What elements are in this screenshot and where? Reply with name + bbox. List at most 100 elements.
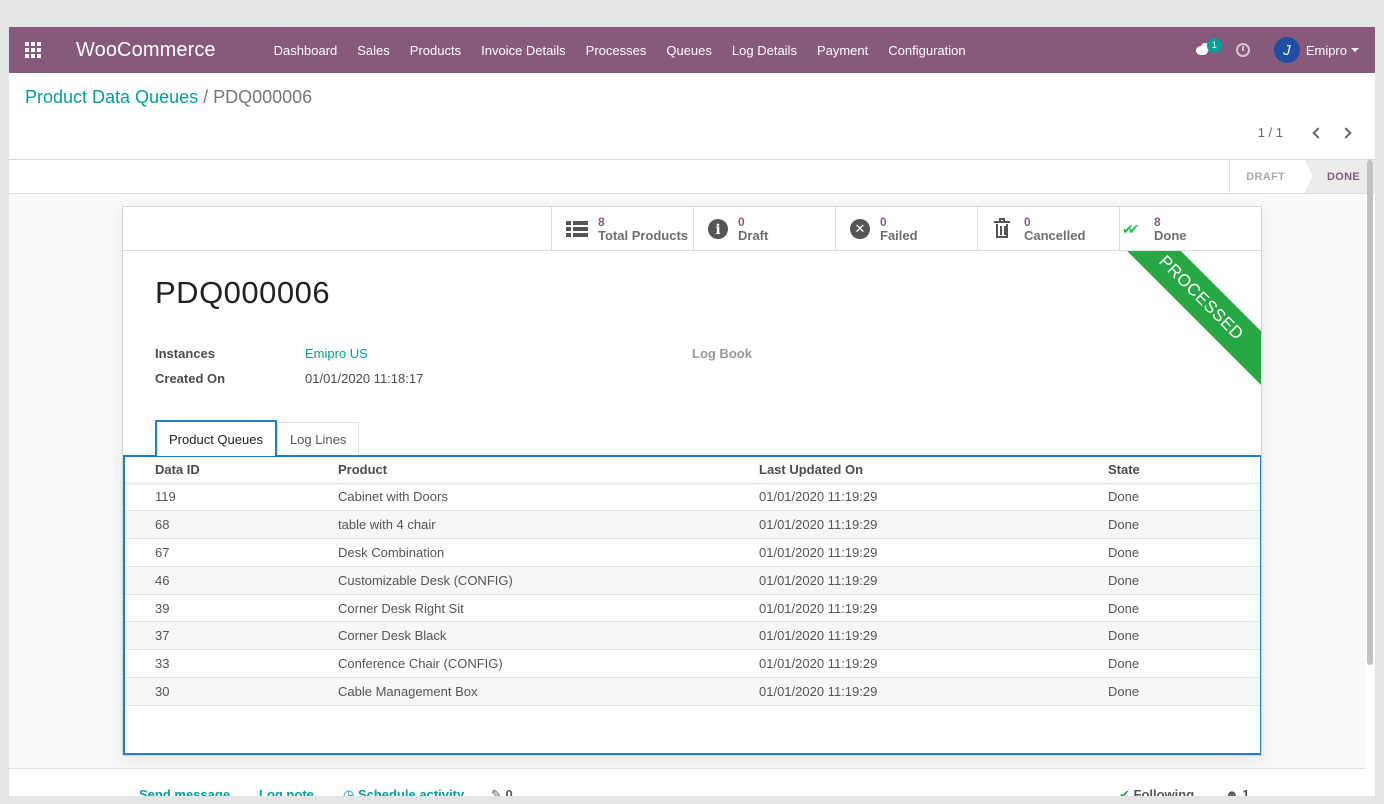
cell-state: Done — [1108, 538, 1260, 567]
double-check-icon: ✔✔ — [1122, 220, 1139, 237]
breadcrumb-current: PDQ000006 — [213, 87, 313, 107]
attachment-count: 0 — [505, 787, 513, 796]
column-header-last-updated[interactable]: Last Updated On — [759, 457, 1108, 484]
followers-button[interactable]: ☻ 1 — [1225, 787, 1250, 796]
menu-item-log-details[interactable]: Log Details — [722, 43, 807, 58]
column-header-state[interactable]: State — [1108, 457, 1260, 484]
tab-product-queues[interactable]: Product Queues — [155, 420, 277, 456]
tab-log-lines[interactable]: Log Lines — [276, 422, 360, 456]
column-header-data-id[interactable]: Data ID — [125, 457, 338, 484]
main-menu: Dashboard Sales Products Invoice Details… — [264, 43, 976, 58]
table-row[interactable]: 46 Customizable Desk (CONFIG) 01/01/2020… — [125, 566, 1260, 595]
cell-last-updated: 01/01/2020 11:19:29 — [759, 483, 1108, 512]
column-header-product[interactable]: Product — [338, 457, 759, 484]
menu-item-invoice-details[interactable]: Invoice Details — [471, 43, 576, 58]
x-circle-icon: ✕ — [850, 218, 870, 239]
cancelled-label: Cancelled — [1024, 227, 1086, 243]
log-note-button[interactable]: Log note — [259, 787, 314, 796]
check-icon: ✔ — [1119, 787, 1134, 796]
clock-icon: ◷ — [343, 787, 358, 796]
ribbon-label: PROCESSED — [1121, 251, 1261, 391]
following-button[interactable]: ✔ Following — [1119, 787, 1194, 796]
cell-product: Cable Management Box — [338, 677, 759, 706]
form-sheet: 8 Total Products i 0 Draft ✕ 0 Failed 0 Canc… — [122, 206, 1262, 756]
status-steps: DRAFT DONE — [1229, 160, 1375, 193]
pager-value[interactable]: 1 / 1 — [1258, 125, 1283, 140]
status-step-draft[interactable]: DRAFT — [1229, 160, 1314, 193]
created-on-label: Created On — [155, 371, 226, 386]
app-window: WooCommerce Dashboard Sales Products Inv… — [9, 27, 1375, 796]
pager-next-button[interactable] — [1339, 126, 1353, 140]
cell-data-id: 68 — [125, 510, 338, 540]
cancelled-value: 0 — [1024, 214, 1031, 229]
menu-item-configuration[interactable]: Configuration — [878, 43, 975, 58]
cell-last-updated: 01/01/2020 11:19:29 — [759, 677, 1108, 706]
table-row[interactable]: 39 Corner Desk Right Sit 01/01/2020 11:1… — [125, 594, 1260, 623]
menu-item-processes[interactable]: Processes — [576, 43, 657, 58]
apps-menu-icon[interactable] — [9, 27, 57, 73]
cell-state: Done — [1108, 483, 1260, 512]
menu-item-products[interactable]: Products — [400, 43, 471, 58]
cell-product: Corner Desk Black — [338, 621, 759, 651]
schedule-activity-button[interactable]: ◷ Schedule activity — [343, 787, 464, 796]
total-products-value: 8 — [598, 214, 605, 229]
vertical-scrollbar[interactable] — [1367, 160, 1373, 665]
send-message-button[interactable]: Send message — [139, 787, 230, 796]
table-row[interactable]: 68 table with 4 chair 01/01/2020 11:19:2… — [125, 510, 1260, 540]
menu-item-queues[interactable]: Queues — [656, 43, 722, 58]
breadcrumb-parent-link[interactable]: Product Data Queues — [25, 87, 198, 107]
menu-item-dashboard[interactable]: Dashboard — [264, 43, 348, 58]
menu-item-sales[interactable]: Sales — [347, 43, 400, 58]
log-book-label: Log Book — [692, 346, 752, 361]
total-products-button[interactable]: 8 Total Products — [551, 207, 693, 250]
processed-ribbon: PROCESSED — [1121, 251, 1261, 391]
chat-icon[interactable]: 1 — [1194, 38, 1222, 60]
cancelled-button[interactable]: 0 Cancelled — [977, 207, 1119, 250]
chevron-right-icon — [1340, 126, 1352, 139]
chat-count-badge: 1 — [1206, 38, 1222, 53]
cell-state: Done — [1108, 621, 1260, 651]
record-title: PDQ000006 — [155, 275, 331, 310]
caret-down-icon[interactable] — [1351, 48, 1359, 52]
cell-product: Conference Chair (CONFIG) — [338, 649, 759, 679]
activity-clock-icon[interactable] — [1235, 43, 1250, 57]
done-label: Done — [1154, 227, 1187, 243]
cell-data-id: 39 — [125, 594, 338, 623]
attachments-button[interactable]: ✎ 0 — [491, 787, 513, 796]
app-brand[interactable]: WooCommerce — [76, 39, 216, 62]
user-menu-name[interactable]: Emipro — [1306, 43, 1347, 58]
cell-data-id: 30 — [125, 677, 338, 706]
cell-state: Done — [1108, 649, 1260, 679]
instances-label: Instances — [155, 346, 215, 361]
table-row[interactable]: 37 Corner Desk Black 01/01/2020 11:19:29… — [125, 621, 1260, 651]
schedule-activity-label: Schedule activity — [357, 787, 465, 796]
user-icon: ☻ — [1225, 787, 1243, 796]
form-content: 8 Total Products i 0 Draft ✕ 0 Failed 0 Canc… — [9, 194, 1366, 794]
avatar[interactable]: J — [1273, 37, 1300, 63]
cell-last-updated: 01/01/2020 11:19:29 — [759, 538, 1108, 567]
cell-data-id: 37 — [125, 621, 338, 651]
instances-link[interactable]: Emipro US — [305, 346, 368, 361]
pager-previous-button[interactable] — [1311, 126, 1325, 140]
menu-item-payment[interactable]: Payment — [807, 43, 878, 58]
paperclip-icon: ✎ — [491, 787, 506, 796]
cell-state: Done — [1108, 677, 1260, 706]
total-products-label: Total Products — [598, 227, 689, 243]
breadcrumb-separator: / — [203, 87, 209, 107]
table-row[interactable]: 33 Conference Chair (CONFIG) 01/01/2020 … — [125, 649, 1260, 679]
table-row[interactable]: 67 Desk Combination 01/01/2020 11:19:29 … — [125, 538, 1260, 567]
control-panel: Product Data Queues / PDQ000006 1 / 1 — [9, 73, 1375, 160]
cell-product: Desk Combination — [338, 538, 759, 567]
status-step-done[interactable]: DONE — [1305, 160, 1375, 193]
failed-button[interactable]: ✕ 0 Failed — [835, 207, 977, 250]
draft-button[interactable]: i 0 Draft — [693, 207, 835, 250]
list-icon — [566, 218, 588, 240]
failed-label: Failed — [880, 227, 918, 243]
followers-count: 1 — [1242, 787, 1250, 796]
table-row[interactable]: 30 Cable Management Box 01/01/2020 11:19… — [125, 677, 1260, 706]
table-row[interactable]: 119 Cabinet with Doors 01/01/2020 11:19:… — [125, 483, 1260, 512]
cell-last-updated: 01/01/2020 11:19:29 — [759, 566, 1108, 595]
done-button[interactable]: ✔✔ 8 Done — [1119, 207, 1261, 250]
cell-data-id: 46 — [125, 566, 338, 595]
info-icon: i — [708, 218, 728, 239]
